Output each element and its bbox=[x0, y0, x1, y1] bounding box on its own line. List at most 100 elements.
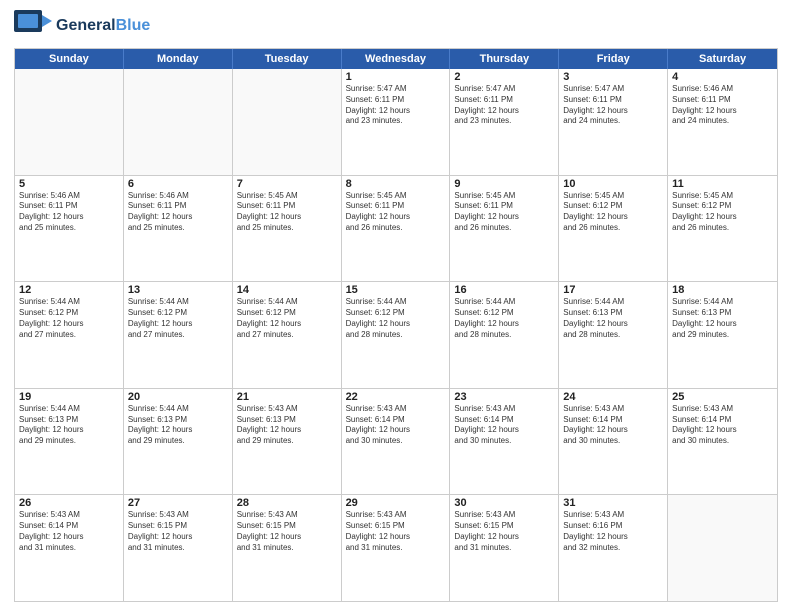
day-number: 26 bbox=[19, 497, 119, 509]
day-info: Sunrise: 5:43 AM Sunset: 6:15 PM Dayligh… bbox=[128, 510, 228, 553]
day-number: 10 bbox=[563, 178, 663, 190]
day-cell-22: 22Sunrise: 5:43 AM Sunset: 6:14 PM Dayli… bbox=[342, 389, 451, 495]
day-info: Sunrise: 5:43 AM Sunset: 6:14 PM Dayligh… bbox=[346, 404, 446, 447]
day-info: Sunrise: 5:44 AM Sunset: 6:12 PM Dayligh… bbox=[346, 297, 446, 340]
week-row-4: 19Sunrise: 5:44 AM Sunset: 6:13 PM Dayli… bbox=[15, 388, 777, 495]
empty-cell bbox=[124, 69, 233, 175]
day-info: Sunrise: 5:43 AM Sunset: 6:14 PM Dayligh… bbox=[563, 404, 663, 447]
day-info: Sunrise: 5:43 AM Sunset: 6:15 PM Dayligh… bbox=[346, 510, 446, 553]
day-cell-21: 21Sunrise: 5:43 AM Sunset: 6:13 PM Dayli… bbox=[233, 389, 342, 495]
day-number: 6 bbox=[128, 178, 228, 190]
day-number: 29 bbox=[346, 497, 446, 509]
day-number: 16 bbox=[454, 284, 554, 296]
day-info: Sunrise: 5:43 AM Sunset: 6:14 PM Dayligh… bbox=[454, 404, 554, 447]
header-day-tuesday: Tuesday bbox=[233, 49, 342, 69]
page: GeneralBlue SundayMondayTuesdayWednesday… bbox=[0, 0, 792, 612]
day-info: Sunrise: 5:44 AM Sunset: 6:12 PM Dayligh… bbox=[454, 297, 554, 340]
week-row-1: 1 Sunrise: 5:47 AM Sunset: 6:11 PM Daylig… bbox=[15, 69, 777, 175]
week-row-5: 26Sunrise: 5:43 AM Sunset: 6:14 PM Dayli… bbox=[15, 494, 777, 601]
calendar-body: 1 Sunrise: 5:47 AM Sunset: 6:11 PM Daylig… bbox=[15, 69, 777, 601]
day-cell-16: 16Sunrise: 5:44 AM Sunset: 6:12 PM Dayli… bbox=[450, 282, 559, 388]
day-info: Sunrise: 5:46 AM Sunset: 6:11 PM Dayligh… bbox=[128, 191, 228, 234]
day-info: Sunrise: 5:44 AM Sunset: 6:13 PM Dayligh… bbox=[19, 404, 119, 447]
header-day-thursday: Thursday bbox=[450, 49, 559, 69]
day-number: 27 bbox=[128, 497, 228, 509]
day-info: Sunrise: 5:43 AM Sunset: 6:15 PM Dayligh… bbox=[454, 510, 554, 553]
day-info: Sunrise: 5:43 AM Sunset: 6:14 PM Dayligh… bbox=[672, 404, 773, 447]
empty-cell bbox=[668, 495, 777, 601]
day-number: 20 bbox=[128, 391, 228, 403]
day-cell-31: 31Sunrise: 5:43 AM Sunset: 6:16 PM Dayli… bbox=[559, 495, 668, 601]
header-day-sunday: Sunday bbox=[15, 49, 124, 69]
day-info: Sunrise: 5:46 AM Sunset: 6:11 PM Dayligh… bbox=[19, 191, 119, 234]
day-info: Sunrise: 5:45 AM Sunset: 6:11 PM Dayligh… bbox=[454, 191, 554, 234]
day-number: 12 bbox=[19, 284, 119, 296]
day-info: Sunrise: 5:44 AM Sunset: 6:13 PM Dayligh… bbox=[128, 404, 228, 447]
day-number: 11 bbox=[672, 178, 773, 190]
day-number: 4 bbox=[672, 71, 773, 83]
day-info: Sunrise: 5:43 AM Sunset: 6:16 PM Dayligh… bbox=[563, 510, 663, 553]
day-number: 9 bbox=[454, 178, 554, 190]
day-cell-8: 8Sunrise: 5:45 AM Sunset: 6:11 PM Daylig… bbox=[342, 176, 451, 282]
day-number: 15 bbox=[346, 284, 446, 296]
day-cell-28: 28Sunrise: 5:43 AM Sunset: 6:15 PM Dayli… bbox=[233, 495, 342, 601]
day-cell-17: 17Sunrise: 5:44 AM Sunset: 6:13 PM Dayli… bbox=[559, 282, 668, 388]
day-number: 22 bbox=[346, 391, 446, 403]
day-info: Sunrise: 5:47 AM Sunset: 6:11 PM Dayligh… bbox=[563, 84, 663, 127]
day-info: Sunrise: 5:45 AM Sunset: 6:11 PM Dayligh… bbox=[237, 191, 337, 234]
day-number: 28 bbox=[237, 497, 337, 509]
day-cell-20: 20Sunrise: 5:44 AM Sunset: 6:13 PM Dayli… bbox=[124, 389, 233, 495]
day-cell-3: 3Sunrise: 5:47 AM Sunset: 6:11 PM Daylig… bbox=[559, 69, 668, 175]
day-info: Sunrise: 5:45 AM Sunset: 6:12 PM Dayligh… bbox=[672, 191, 773, 234]
day-number: 8 bbox=[346, 178, 446, 190]
day-cell-5: 5Sunrise: 5:46 AM Sunset: 6:11 PM Daylig… bbox=[15, 176, 124, 282]
day-cell-7: 7Sunrise: 5:45 AM Sunset: 6:11 PM Daylig… bbox=[233, 176, 342, 282]
day-cell-4: 4Sunrise: 5:46 AM Sunset: 6:11 PM Daylig… bbox=[668, 69, 777, 175]
day-number: 31 bbox=[563, 497, 663, 509]
day-info: Sunrise: 5:43 AM Sunset: 6:14 PM Dayligh… bbox=[19, 510, 119, 553]
day-number: 19 bbox=[19, 391, 119, 403]
day-cell-13: 13Sunrise: 5:44 AM Sunset: 6:12 PM Dayli… bbox=[124, 282, 233, 388]
day-cell-19: 19Sunrise: 5:44 AM Sunset: 6:13 PM Dayli… bbox=[15, 389, 124, 495]
day-number: 1 bbox=[346, 71, 446, 83]
day-number: 2 bbox=[454, 71, 554, 83]
day-info: Sunrise: 5:43 AM Sunset: 6:15 PM Dayligh… bbox=[237, 510, 337, 553]
day-cell-30: 30Sunrise: 5:43 AM Sunset: 6:15 PM Dayli… bbox=[450, 495, 559, 601]
logo-icon bbox=[14, 10, 52, 42]
logo: GeneralBlue bbox=[14, 10, 150, 42]
day-info: Sunrise: 5:44 AM Sunset: 6:12 PM Dayligh… bbox=[237, 297, 337, 340]
day-number: 3 bbox=[563, 71, 663, 83]
day-info: Sunrise: 5:45 AM Sunset: 6:12 PM Dayligh… bbox=[563, 191, 663, 234]
day-number: 17 bbox=[563, 284, 663, 296]
calendar: SundayMondayTuesdayWednesdayThursdayFrid… bbox=[14, 48, 778, 602]
week-row-2: 5Sunrise: 5:46 AM Sunset: 6:11 PM Daylig… bbox=[15, 175, 777, 282]
day-cell-14: 14Sunrise: 5:44 AM Sunset: 6:12 PM Dayli… bbox=[233, 282, 342, 388]
day-cell-29: 29Sunrise: 5:43 AM Sunset: 6:15 PM Dayli… bbox=[342, 495, 451, 601]
day-cell-6: 6Sunrise: 5:46 AM Sunset: 6:11 PM Daylig… bbox=[124, 176, 233, 282]
day-number: 14 bbox=[237, 284, 337, 296]
header-day-wednesday: Wednesday bbox=[342, 49, 451, 69]
header: GeneralBlue bbox=[14, 10, 778, 42]
day-info: Sunrise: 5:43 AM Sunset: 6:13 PM Dayligh… bbox=[237, 404, 337, 447]
day-number: 30 bbox=[454, 497, 554, 509]
day-info: Sunrise: 5:47 AM Sunset: 6:11 PM Dayligh… bbox=[454, 84, 554, 127]
day-number: 5 bbox=[19, 178, 119, 190]
day-number: 18 bbox=[672, 284, 773, 296]
day-cell-24: 24Sunrise: 5:43 AM Sunset: 6:14 PM Dayli… bbox=[559, 389, 668, 495]
week-row-3: 12 Sunrise: 5:44 AM Sunset: 6:12 PM Dayli… bbox=[15, 281, 777, 388]
empty-cell bbox=[15, 69, 124, 175]
day-number: 25 bbox=[672, 391, 773, 403]
day-cell-18: 18Sunrise: 5:44 AM Sunset: 6:13 PM Dayli… bbox=[668, 282, 777, 388]
day-cell-26: 26Sunrise: 5:43 AM Sunset: 6:14 PM Dayli… bbox=[15, 495, 124, 601]
day-number: 23 bbox=[454, 391, 554, 403]
day-cell-10: 10Sunrise: 5:45 AM Sunset: 6:12 PM Dayli… bbox=[559, 176, 668, 282]
header-day-monday: Monday bbox=[124, 49, 233, 69]
day-cell-12: 12Sunrise: 5:44 AM Sunset: 6:12 PM Dayli… bbox=[15, 282, 124, 388]
day-info: Sunrise: 5:44 AM Sunset: 6:12 PM Dayligh… bbox=[128, 297, 228, 340]
day-info: Sunrise: 5:44 AM Sunset: 6:13 PM Dayligh… bbox=[672, 297, 773, 340]
day-number: 24 bbox=[563, 391, 663, 403]
day-info: Sunrise: 5:44 AM Sunset: 6:13 PM Dayligh… bbox=[563, 297, 663, 340]
day-info: Sunrise: 5:46 AM Sunset: 6:11 PM Dayligh… bbox=[672, 84, 773, 127]
day-cell-1: 1Sunrise: 5:47 AM Sunset: 6:11 PM Daylig… bbox=[342, 69, 451, 175]
empty-cell bbox=[233, 69, 342, 175]
